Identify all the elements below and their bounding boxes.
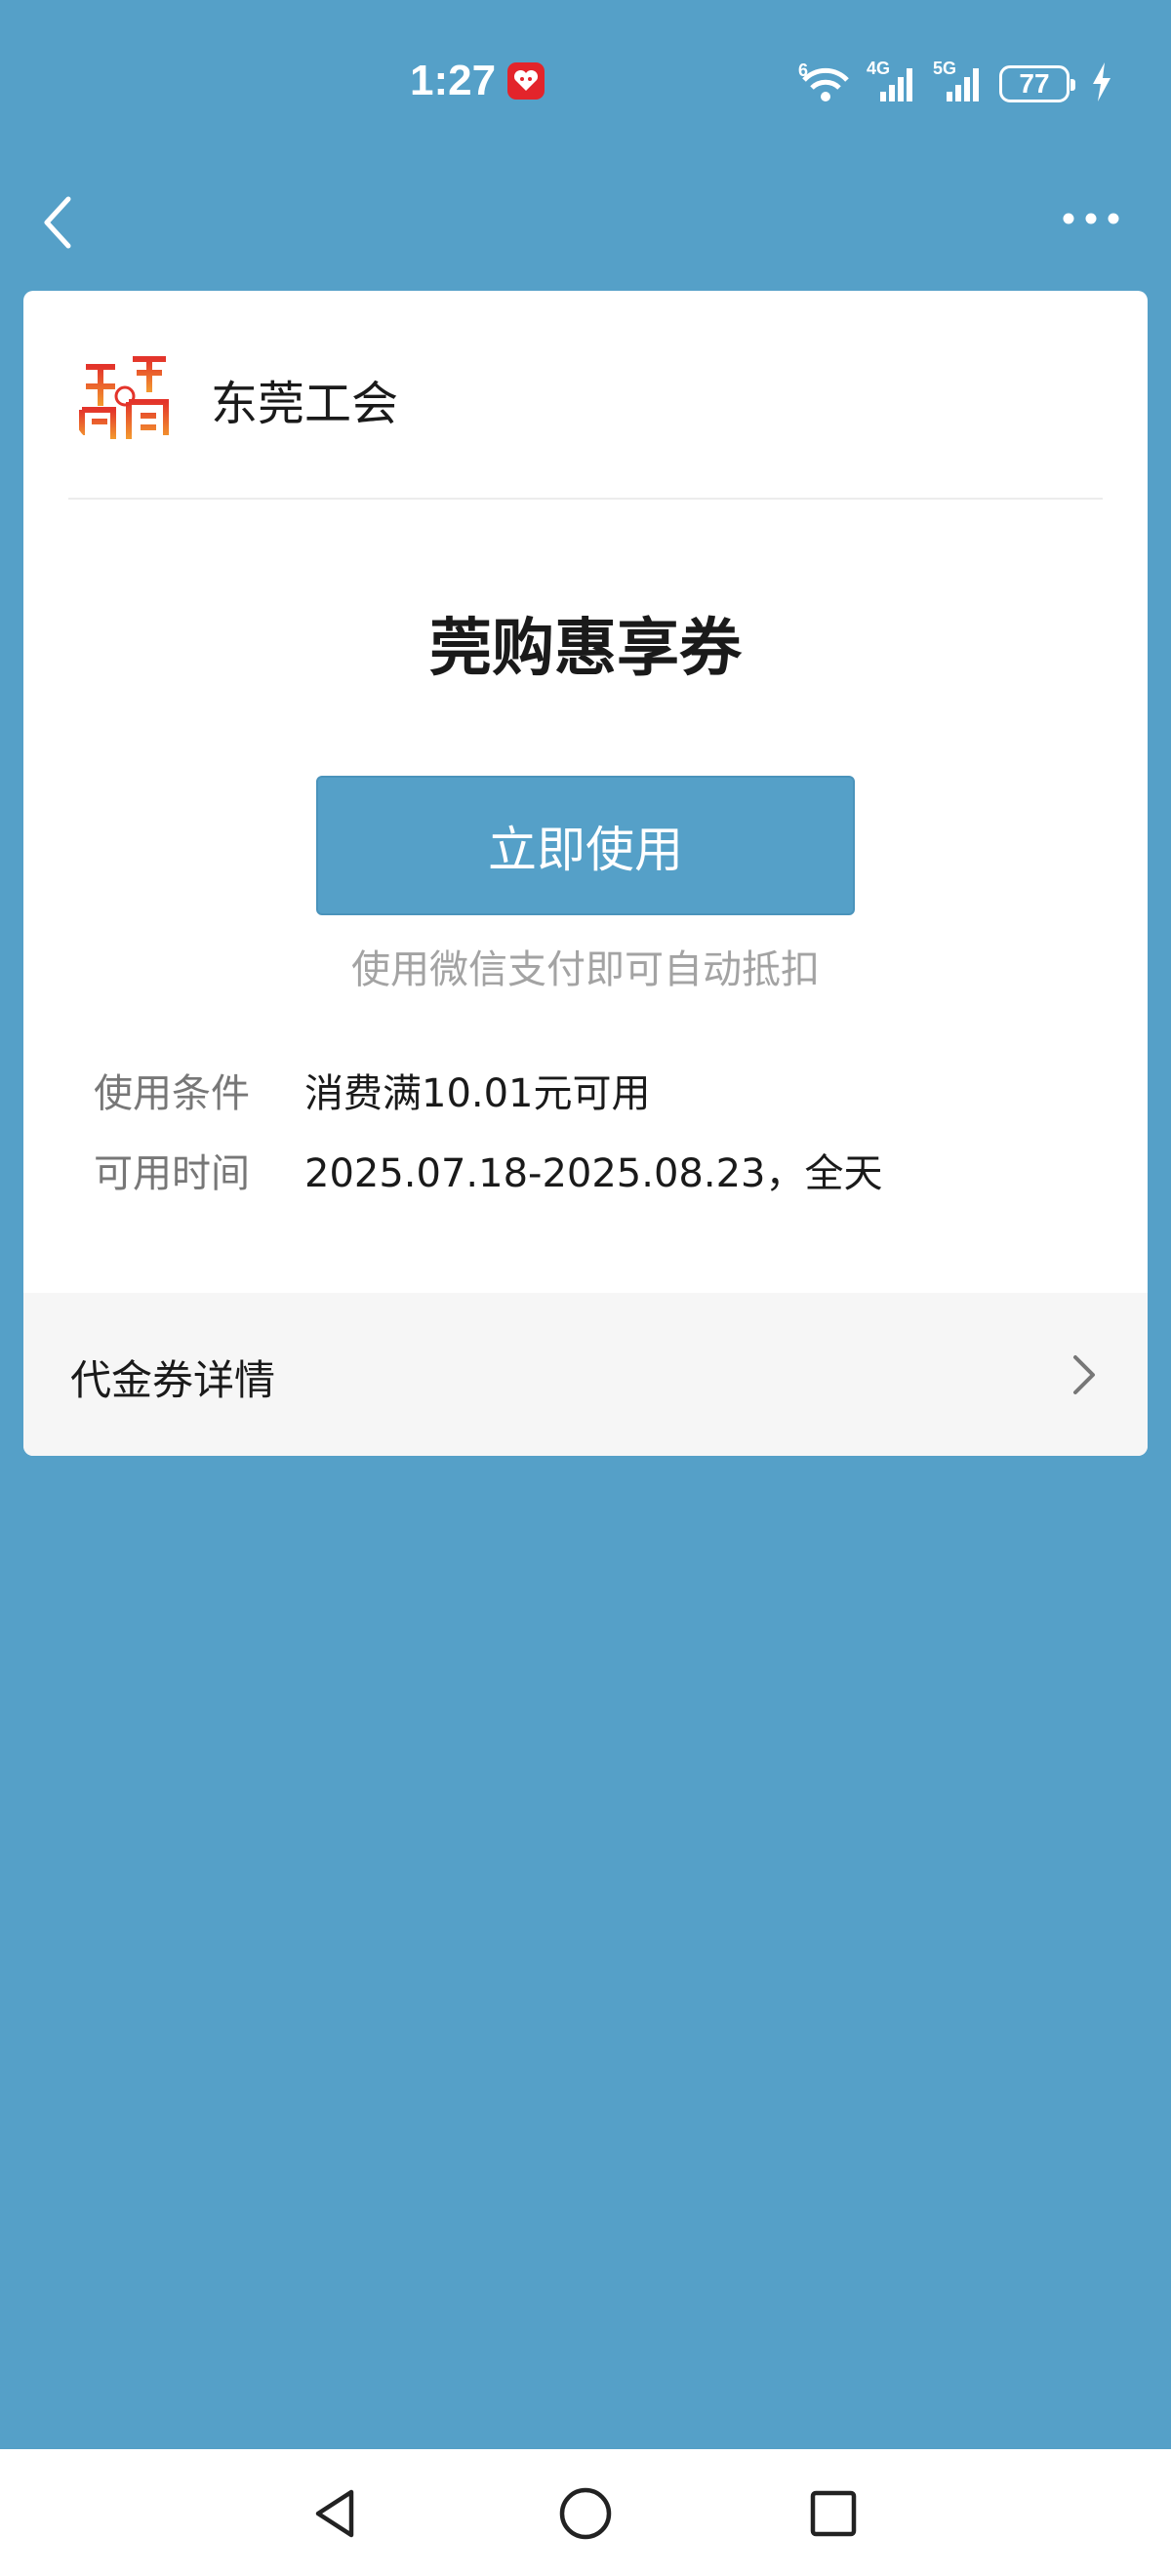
back-arrow-icon (44, 196, 71, 249)
chevron-right-icon (1070, 1353, 1099, 1396)
org-name: 东莞工会 (211, 377, 399, 431)
charging-icon (1091, 62, 1112, 105)
status-bar: 1:27 6 4G 5G 77 (0, 0, 1171, 146)
signal-icon-5g: 5G (933, 59, 986, 103)
status-time: 1:27 (410, 57, 545, 105)
wifi-label: 6 (798, 60, 809, 80)
conditions-value: 消费满10.01元可用 (304, 1071, 651, 1116)
coupon-card: 东莞工会 莞购惠享券 立即使用 使用微信支付即可自动抵扣 使用条件 消费满10.… (23, 291, 1148, 1456)
signal-4g-label: 4G (867, 59, 891, 78)
status-icons: 6 4G 5G 77 (798, 59, 1112, 105)
validity-label: 可用时间 (94, 1151, 250, 1196)
conditions-label: 使用条件 (94, 1071, 250, 1116)
signal-icon-4g: 4G (867, 59, 919, 103)
system-nav-bar (0, 2449, 1171, 2576)
validity-row: 可用时间 2025.07.18-2025.08.23，全天 (94, 1142, 1109, 1198)
nav-home-icon (559, 2487, 612, 2540)
more-dots-icon (1063, 213, 1119, 224)
coupon-details-row[interactable]: 代金券详情 (23, 1293, 1148, 1456)
coupon-details-label: 代金券详情 (70, 1356, 276, 1404)
signal-5g-label: 5G (933, 59, 957, 78)
battery-icon: 77 (999, 65, 1075, 102)
nav-back-icon (315, 2489, 354, 2538)
wifi-icon: 6 (798, 60, 853, 103)
validity-value: 2025.07.18-2025.08.23，全天 (304, 1151, 883, 1196)
use-now-button[interactable]: 立即使用 (316, 776, 855, 915)
nav-recent-icon (810, 2490, 857, 2537)
system-home-button[interactable] (556, 2484, 615, 2543)
system-back-button[interactable] (306, 2484, 365, 2543)
system-recent-button[interactable] (804, 2484, 863, 2543)
more-button[interactable] (1062, 207, 1120, 230)
conditions-row: 使用条件 消费满10.01元可用 (94, 1062, 1109, 1118)
coupon-title: 莞购惠享券 (429, 613, 742, 685)
payment-hint: 使用微信支付即可自动抵扣 (351, 947, 820, 992)
notification-app-icon (507, 62, 545, 100)
back-button[interactable] (37, 193, 80, 252)
union-logo (68, 338, 185, 455)
card-header: 东莞工会 (68, 338, 1103, 500)
clock: 1:27 (410, 57, 497, 104)
